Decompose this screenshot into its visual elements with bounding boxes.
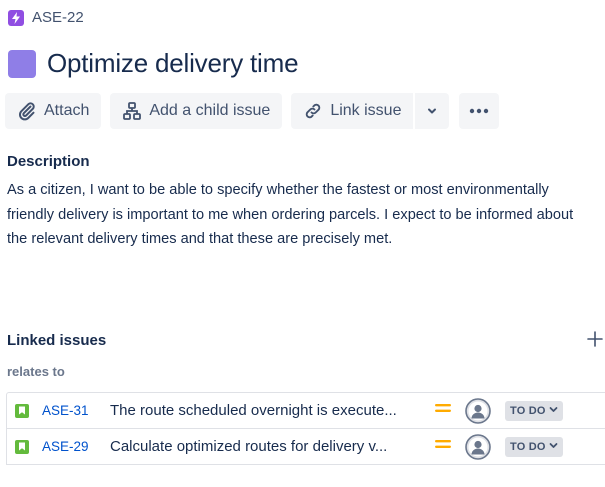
issue-type-icon	[8, 49, 36, 78]
linked-issues-heading: Linked issues	[7, 332, 107, 349]
link-issue-label: Link issue	[330, 102, 402, 119]
unassigned-avatar-icon[interactable]	[465, 397, 491, 424]
link-issue-dropdown-button[interactable]	[415, 93, 450, 129]
linked-issue-row[interactable]: ASE-29 Calculate optimized routes for de…	[6, 429, 605, 465]
linked-issue-summary[interactable]: The route scheduled overnight is execute…	[110, 402, 428, 419]
attach-label: Attach	[44, 102, 90, 119]
link-icon	[303, 101, 323, 121]
issue-toolbar: Attach Add a child issue Link issue	[5, 93, 508, 129]
attach-button[interactable]: Attach	[5, 93, 102, 129]
more-icon	[469, 108, 489, 114]
epic-lightning-icon	[8, 9, 24, 26]
chevron-down-icon	[426, 105, 438, 117]
priority-medium-icon	[434, 437, 452, 456]
status-dropdown[interactable]: TO DO	[505, 400, 563, 421]
linked-issue-row[interactable]: ASE-31 The route scheduled overnight is …	[6, 392, 605, 429]
description-text[interactable]: As a citizen, I want to be able to speci…	[7, 178, 597, 252]
priority-medium-icon	[434, 401, 452, 420]
breadcrumb-issue-key[interactable]: ASE-22	[32, 9, 84, 26]
link-issue-split-button: Link issue	[291, 93, 450, 129]
status-dropdown[interactable]: TO DO	[505, 436, 563, 457]
chevron-down-icon	[549, 405, 558, 417]
link-issue-button[interactable]: Link issue	[291, 93, 414, 129]
page-title[interactable]: Optimize delivery time	[47, 48, 299, 79]
chevron-down-icon	[549, 441, 558, 453]
description-heading: Description	[7, 153, 90, 170]
status-label: TO DO	[510, 404, 546, 417]
more-actions-button[interactable]	[459, 93, 500, 129]
child-issue-icon	[122, 101, 142, 121]
linked-issue-key[interactable]: ASE-31	[42, 403, 110, 418]
status-label: TO DO	[510, 440, 546, 453]
story-icon	[15, 403, 29, 418]
story-icon	[15, 439, 29, 454]
paperclip-icon	[17, 101, 37, 121]
breadcrumb: ASE-22	[8, 9, 84, 26]
unassigned-avatar-icon[interactable]	[465, 433, 491, 460]
relation-type-label: relates to	[7, 364, 65, 379]
add-child-issue-button[interactable]: Add a child issue	[110, 93, 283, 129]
linked-issue-summary[interactable]: Calculate optimized routes for delivery …	[110, 438, 428, 455]
title-row: Optimize delivery time	[8, 48, 299, 79]
linked-issue-key[interactable]: ASE-29	[42, 439, 110, 454]
add-linked-issue-icon[interactable]	[586, 330, 604, 348]
linked-issues-list: ASE-31 The route scheduled overnight is …	[6, 392, 605, 465]
add-child-label: Add a child issue	[149, 102, 271, 119]
